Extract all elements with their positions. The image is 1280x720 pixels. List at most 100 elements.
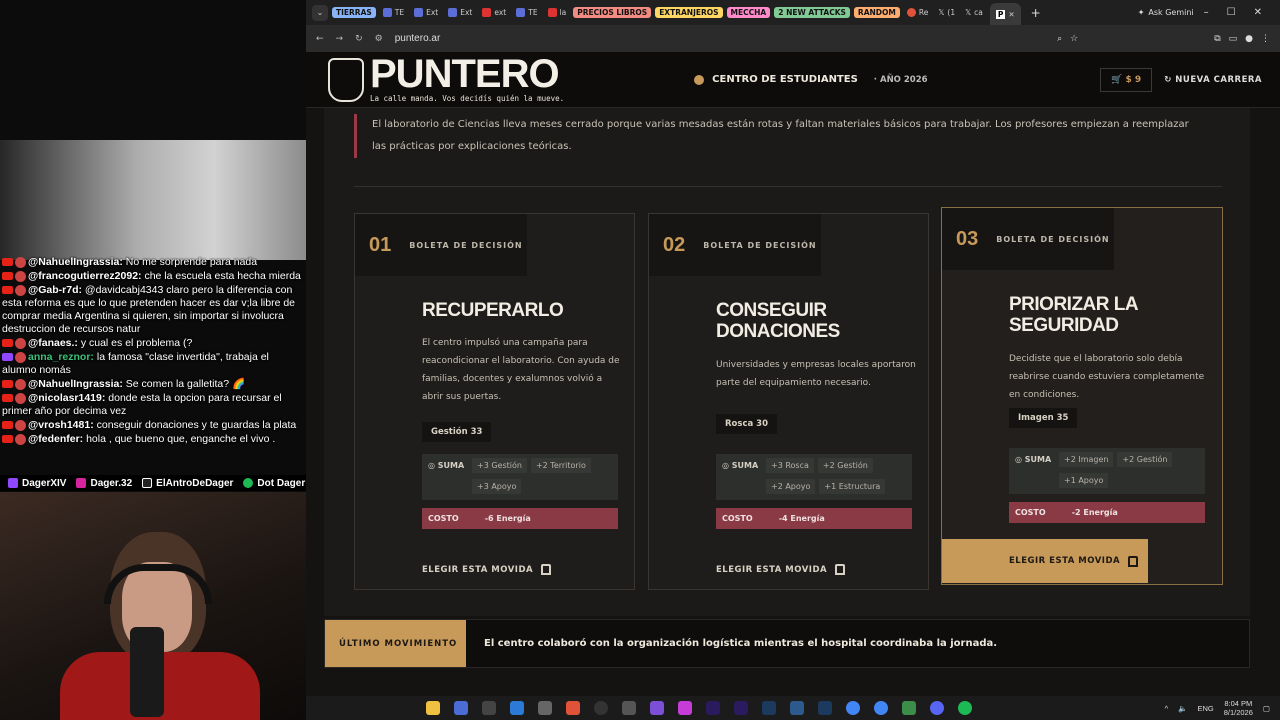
social-handle: DagerXIV: [22, 477, 67, 489]
app-icon[interactable]: [678, 701, 692, 715]
x-icon: 𝕏: [965, 8, 972, 17]
photoshop-icon[interactable]: [818, 701, 832, 715]
lightroom-icon[interactable]: [762, 701, 776, 715]
tab[interactable]: ext: [479, 8, 509, 17]
taskbar: ^ 🔈 ENG 8:04 PM 8/1/2026 ▢: [306, 696, 1280, 720]
zoom-icon[interactable]: ⌕: [1057, 34, 1062, 44]
spotify-icon[interactable]: [958, 701, 972, 715]
social-twitch: DagerXIV: [8, 478, 66, 489]
chrome-icon[interactable]: [874, 701, 888, 715]
volume-icon[interactable]: 🔈: [1178, 704, 1187, 713]
site-tagline: La calle manda. Vos decidís quién la mue…: [370, 94, 565, 103]
gain-chip: +1 Apoyo: [1059, 473, 1109, 488]
tab-group[interactable]: EXTRANJEROS: [655, 7, 723, 18]
tab[interactable]: TE: [513, 8, 540, 17]
tab[interactable]: Ext: [445, 8, 475, 17]
clock[interactable]: 8:04 PM 8/1/2026: [1224, 699, 1253, 717]
gain-chip: +2 Gestión: [817, 458, 873, 473]
premiere-icon[interactable]: [706, 701, 720, 715]
app-icon[interactable]: [902, 701, 916, 715]
obs-icon[interactable]: [594, 701, 608, 715]
social-spotify: Dot Dager: [243, 478, 305, 489]
tab[interactable]: 𝕏 (1: [935, 8, 958, 17]
tab[interactable]: Re: [904, 8, 932, 17]
tab-favicon: [414, 8, 424, 17]
back-icon[interactable]: ←: [316, 34, 324, 44]
profile-icon[interactable]: ●: [1245, 34, 1253, 44]
chat-user: anna_reznor:: [28, 351, 94, 363]
wallet-button[interactable]: 🛒 $ 9: [1100, 67, 1153, 92]
reload-icon[interactable]: ↻: [355, 34, 363, 44]
stamp-icon: [1128, 555, 1139, 567]
pdf-icon: [482, 8, 492, 17]
card-description: Universidades y empresas locales aportar…: [716, 360, 916, 388]
brand[interactable]: PUNTERO La calle manda. Vos decidís quié…: [370, 54, 565, 103]
tray-chevron-icon[interactable]: ^: [1165, 704, 1169, 713]
language-indicator[interactable]: ENG: [1197, 704, 1213, 713]
tab-group[interactable]: MECCHA: [726, 7, 771, 18]
close-icon[interactable]: ✕: [1254, 7, 1262, 18]
forward-icon[interactable]: →: [336, 34, 344, 44]
youtube-icon: [2, 272, 13, 281]
new-tab-button[interactable]: +: [1025, 6, 1047, 20]
social-instagram: Dager.32: [76, 478, 132, 489]
new-run-button[interactable]: ↻ NUEVA CARRERA: [1164, 75, 1262, 85]
chrome-icon[interactable]: [846, 701, 860, 715]
decision-card-3[interactable]: 03 BOLETA DE DECISIÓN PRIORIZAR LA SEGURI…: [941, 207, 1223, 585]
brave-icon[interactable]: [566, 701, 580, 715]
tab-title: Ext: [460, 8, 473, 17]
extensions-icon[interactable]: ⧉: [1214, 34, 1220, 44]
suma-box: ◎ SUMA +3 Gestión +2 Territorio +3 Apoyo: [422, 454, 618, 500]
tab-group[interactable]: PRECIOS LIBROS: [573, 7, 652, 18]
discord-icon[interactable]: [930, 701, 944, 715]
close-icon[interactable]: ✕: [1008, 10, 1014, 19]
tiktok-icon: [142, 477, 153, 488]
decision-card-2[interactable]: 02 BOLETA DE DECISIÓN CONSEGUIR DONACIONE…: [648, 213, 929, 590]
maximize-icon[interactable]: ☐: [1227, 7, 1236, 18]
choose-button[interactable]: ELEGIR ESTA MOVIDA: [716, 564, 846, 575]
vscode-icon[interactable]: [510, 701, 524, 715]
tab-group[interactable]: RANDOM: [853, 7, 900, 18]
url-field[interactable]: puntero.ar: [395, 33, 441, 44]
tab-group[interactable]: 2 NEW ATTACKS: [774, 7, 850, 18]
tab[interactable]: la: [545, 8, 570, 17]
choose-label: ELEGIR ESTA MOVIDA: [1009, 556, 1121, 566]
system-tray: ^ 🔈 ENG 8:04 PM 8/1/2026 ▢: [1165, 699, 1280, 717]
terminal-icon[interactable]: [482, 701, 496, 715]
site-info-icon[interactable]: ⚙: [375, 34, 383, 44]
app-icon[interactable]: [454, 701, 468, 715]
avatar: [15, 419, 26, 431]
app-icon[interactable]: [790, 701, 804, 715]
twitch-icon: [8, 477, 18, 488]
card-number: 01: [369, 233, 392, 256]
after-effects-icon[interactable]: [734, 701, 748, 715]
youtube-icon: [2, 421, 13, 430]
app-icon[interactable]: [622, 701, 636, 715]
gemini-button[interactable]: ✦ Ask Gemini: [1138, 8, 1200, 17]
visual-studio-icon[interactable]: [650, 701, 664, 715]
choose-button[interactable]: ELEGIR ESTA MOVIDA: [942, 539, 1148, 583]
tab-group[interactable]: TIERRAS: [332, 7, 376, 18]
choose-button[interactable]: ELEGIR ESTA MOVIDA: [422, 564, 552, 575]
menu-icon[interactable]: ⋮: [1261, 34, 1270, 44]
tab[interactable]: Ext: [411, 8, 441, 17]
decision-card-1[interactable]: 01 BOLETA DE DECISIÓN RECUPERARLO El cent…: [354, 213, 635, 590]
app-icon[interactable]: [538, 701, 552, 715]
tab-favicon: [516, 8, 526, 17]
tab[interactable]: TE: [380, 8, 407, 17]
social-tiktok: ElAntroDeDager: [142, 478, 233, 489]
tab-search-icon[interactable]: ⌄: [312, 4, 328, 21]
file-explorer-icon[interactable]: [426, 701, 440, 715]
sidebar-icon[interactable]: ▭: [1229, 34, 1238, 44]
chat-text: conseguir donaciones y te guardas la pla…: [93, 419, 297, 431]
minimize-icon[interactable]: –: [1204, 7, 1209, 18]
tab-active[interactable]: P ✕: [989, 3, 1021, 25]
tab[interactable]: 𝕏ca: [962, 8, 986, 17]
bookmark-star-icon[interactable]: ☆: [1070, 34, 1078, 44]
tab-favicon: [382, 8, 392, 17]
stamp-icon: [541, 564, 552, 575]
chat-user: @NahuelIngrassia:: [28, 378, 123, 390]
notification-icon[interactable]: ▢: [1263, 704, 1270, 713]
gain-chip: +2 Apoyo: [766, 479, 816, 494]
toolbar-icons: ⌕ ☆ ⧉ ▭ ● ⋮: [1057, 34, 1270, 44]
